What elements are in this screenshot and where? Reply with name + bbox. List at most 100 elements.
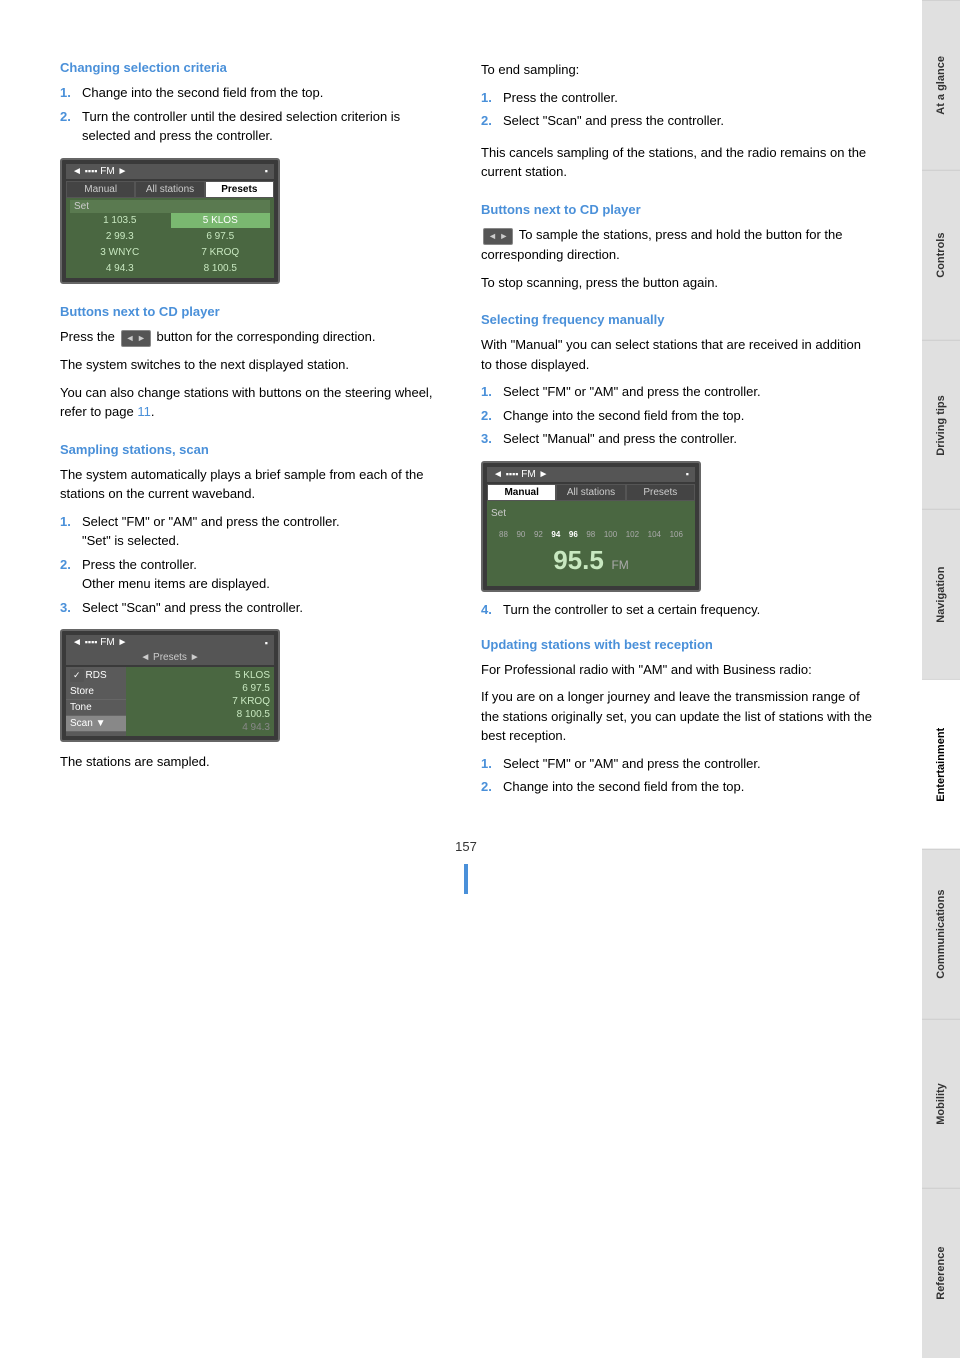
para-cd-3: You can also change stations with button… — [60, 383, 451, 422]
sidebar-tab-reference[interactable]: Reference — [922, 1188, 960, 1358]
step-number: 2. — [60, 107, 78, 146]
scan-station-list: 5 KLOS 6 97.5 7 KROQ 8 100.5 4 94.3 — [126, 667, 274, 736]
sidebar-tab-navigation[interactable]: Navigation — [922, 509, 960, 679]
freq-unit: FM — [611, 558, 628, 572]
steps-end-sampling: 1. Press the controller. 2. Select "Scan… — [481, 88, 872, 131]
sidebar-tab-mobility[interactable]: Mobility — [922, 1019, 960, 1189]
step4-container: 4. Turn the controller to set a certain … — [481, 602, 872, 617]
step-number: 1. — [481, 88, 499, 108]
tab-all-stations: All stations — [135, 181, 204, 198]
para-update-intro: For Professional radio with "AM" and wit… — [481, 660, 872, 680]
para-freq-intro: With "Manual" you can select stations th… — [481, 335, 872, 374]
station: 1 103.5 — [70, 213, 170, 228]
right-column: To end sampling: 1. Press the controller… — [481, 60, 872, 809]
list-item: 2. Change into the second field from the… — [481, 777, 872, 797]
end-sampling-intro: To end sampling: — [481, 60, 872, 80]
radio-body: Set 1 103.5 5 KLOS 2 99.3 6 97.5 3 WNYC … — [66, 198, 274, 278]
left-column: Changing selection criteria 1. Change in… — [60, 60, 451, 809]
page-link[interactable]: 11 — [137, 404, 151, 419]
station-row: 8 100.5 — [128, 708, 272, 721]
cd-icon-right: ◄ ► — [483, 228, 513, 246]
station-row: 4 94.3 — [128, 721, 272, 734]
radio-tabs-row: Manual All stations Presets — [66, 181, 274, 198]
step4-item: 4. Turn the controller to set a certain … — [481, 602, 872, 617]
para-cd-2: The system switches to the next displaye… — [60, 355, 451, 375]
freq-large-display: 95.5 FM — [495, 541, 687, 580]
step-number: 3. — [481, 429, 499, 449]
menu-items: ✓ RDS Store Tone Scan ▼ — [66, 667, 126, 736]
tab-manual-active: Manual — [487, 484, 556, 501]
station: 8 100.5 — [171, 261, 271, 276]
step-text: Select "Scan" and press the controller. — [503, 111, 872, 131]
station-list: 1 103.5 5 KLOS 2 99.3 6 97.5 3 WNYC 7 KR… — [70, 213, 270, 276]
list-item: 1. Select "FM" or "AM" and press the con… — [481, 382, 872, 402]
step-number: 2. — [481, 777, 499, 797]
station-row: 7 KROQ — [128, 695, 272, 708]
para-cd-right-2: To stop scanning, press the button again… — [481, 273, 872, 293]
step-text: Press the controller. — [503, 88, 872, 108]
caption-sampled: The stations are sampled. — [60, 752, 451, 772]
sidebar-tab-controls[interactable]: Controls — [922, 170, 960, 340]
station: 2 99.3 — [70, 229, 170, 244]
step-number: 3. — [60, 598, 78, 618]
list-item: 3. Select "Manual" and press the control… — [481, 429, 872, 449]
tab-all-stations-2: All stations — [556, 484, 625, 501]
station: 3 WNYC — [70, 245, 170, 260]
tab-manual: Manual — [66, 181, 135, 198]
sidebar-tab-communications[interactable]: Communications — [922, 849, 960, 1019]
step-number: 1. — [481, 382, 499, 402]
list-item: 2. Turn the controller until the desired… — [60, 107, 451, 146]
step-number: 1. — [60, 512, 78, 551]
steps-changing-selection: 1. Change into the second field from the… — [60, 83, 451, 146]
freq-display: 88 90 92 94 96 98 100 102 104 106 — [487, 522, 695, 586]
manual-freq-screen: ◄ ▪▪▪▪ FM ► ▪ Manual All stations Preset… — [481, 461, 701, 592]
sidebar-tab-entertainment[interactable]: Entertainment — [922, 679, 960, 849]
list-item: 1. Select "FM" or "AM" and press the con… — [481, 754, 872, 774]
step-text: Turn the controller until the desired se… — [82, 107, 451, 146]
list-item: 2. Select "Scan" and press the controlle… — [481, 111, 872, 131]
store-item: Store — [66, 684, 126, 700]
presets-row: ◄ Presets ► — [66, 650, 274, 665]
heading-select-freq: Selecting frequency manually — [481, 312, 872, 327]
step-text: Select "Manual" and press the controller… — [503, 429, 872, 449]
steps-sampling: 1. Select "FM" or "AM" and press the con… — [60, 512, 451, 618]
step-number: 2. — [60, 555, 78, 594]
manual-screen-top: ◄ ▪▪▪▪ FM ► ▪ — [487, 467, 695, 482]
tab-presets-2: Presets — [626, 484, 695, 501]
sidebar-tab-at-a-glance[interactable]: At a glance — [922, 0, 960, 170]
step-number: 1. — [60, 83, 78, 103]
freq-bar: 88 90 92 94 96 98 100 102 104 106 — [495, 528, 687, 541]
list-item: 2. Change into the second field from the… — [481, 406, 872, 426]
list-item: 2. Press the controller.Other menu items… — [60, 555, 451, 594]
para-cd-right-1: ◄ ► To sample the stations, press and ho… — [481, 225, 872, 265]
step-text: Select "Scan" and press the controller. — [82, 598, 451, 618]
step4-text: Turn the controller to set a certain fre… — [503, 602, 872, 617]
heading-buttons-cd-right: Buttons next to CD player — [481, 202, 872, 217]
step4-num: 4. — [481, 602, 499, 617]
scan-menu: ✓ RDS Store Tone Scan ▼ 5 KLOS 6 97.5 7 … — [66, 667, 274, 736]
step-text: Change into the second field from the to… — [82, 83, 451, 103]
page-indicator-line — [464, 864, 468, 894]
manual-tabs: Manual All stations Presets — [487, 484, 695, 501]
page-number: 157 — [60, 839, 872, 894]
heading-buttons-cd: Buttons next to CD player — [60, 304, 451, 319]
para-update-1: If you are on a longer journey and leave… — [481, 687, 872, 746]
tone-item: Tone — [66, 700, 126, 716]
scan-screen: ◄ ▪▪▪▪ FM ► ▪ ◄ Presets ► ✓ RDS Store To… — [60, 629, 280, 742]
radio-screen-1: ◄ ▪▪▪▪ FM ► ▪ Manual All stations Preset… — [60, 158, 280, 284]
station: 6 97.5 — [171, 229, 271, 244]
step-text: Press the controller.Other menu items ar… — [82, 555, 451, 594]
station-row: 5 KLOS — [128, 669, 272, 682]
list-item: 1. Change into the second field from the… — [60, 83, 451, 103]
step-text: Change into the second field from the to… — [503, 777, 872, 797]
scan-screen-top: ◄ ▪▪▪▪ FM ► ▪ — [66, 635, 274, 650]
para-cancel-sampling: This cancels sampling of the stations, a… — [481, 143, 872, 182]
list-item: 1. Press the controller. — [481, 88, 872, 108]
scan-item: Scan ▼ — [66, 716, 126, 732]
step-text: Change into the second field from the to… — [503, 406, 872, 426]
sidebar-tab-driving-tips[interactable]: Driving tips — [922, 340, 960, 510]
step-text: Select "FM" or "AM" and press the contro… — [503, 382, 872, 402]
steps-update: 1. Select "FM" or "AM" and press the con… — [481, 754, 872, 797]
step-number: 1. — [481, 754, 499, 774]
step-text: Select "FM" or "AM" and press the contro… — [503, 754, 872, 774]
